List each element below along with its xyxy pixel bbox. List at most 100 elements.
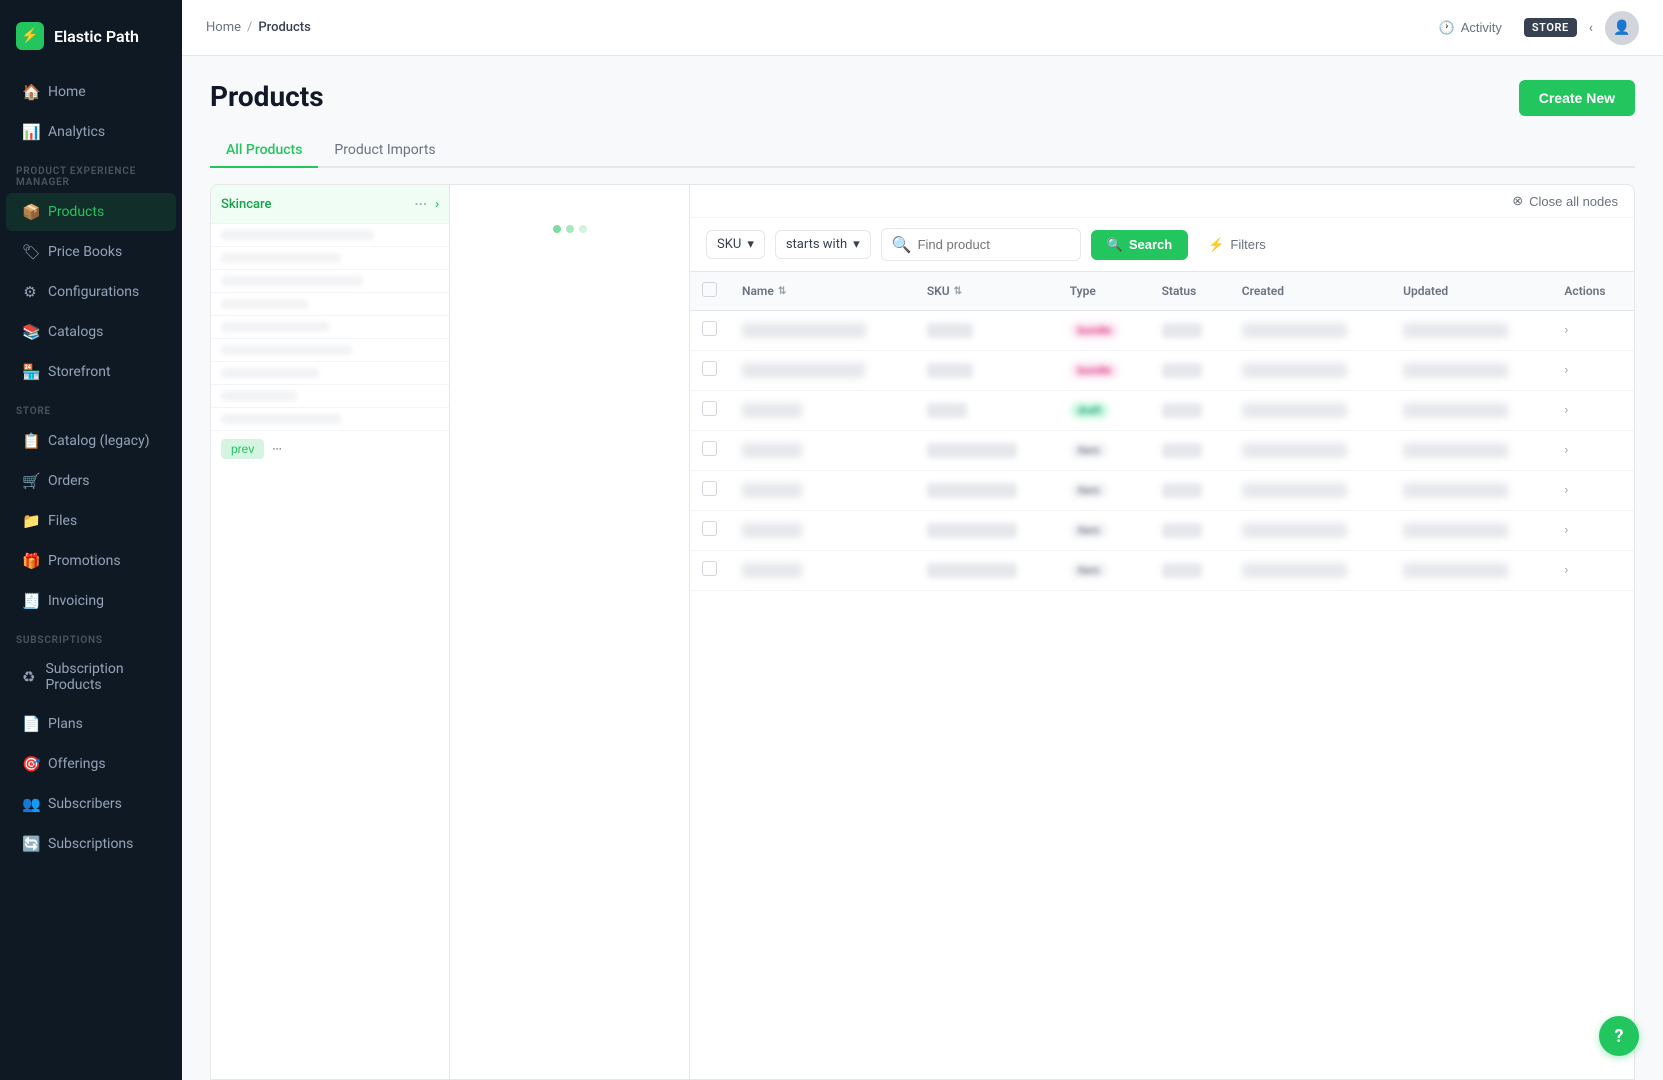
- row-actions[interactable]: ›: [1552, 431, 1634, 471]
- row-actions[interactable]: ›: [1552, 311, 1634, 351]
- sku-sort[interactable]: SKU ⇅: [927, 284, 1046, 298]
- tree-row-3[interactable]: [211, 270, 449, 293]
- help-button[interactable]: ?: [1599, 1016, 1639, 1056]
- search-button[interactable]: 🔍 Search: [1091, 230, 1189, 260]
- blurred-label: [221, 391, 297, 401]
- row-select-checkbox[interactable]: [702, 561, 717, 576]
- sidebar-item-subscription-products[interactable]: ♻ Subscription Products: [6, 651, 176, 703]
- table-row[interactable]: Product Name Ipsum SKU002 bundle live 01…: [690, 351, 1634, 391]
- row-select-checkbox[interactable]: [702, 361, 717, 376]
- sidebar-item-storefront[interactable]: 🏪 Storefront: [6, 353, 176, 391]
- row-action-icon[interactable]: ›: [1564, 323, 1568, 338]
- sidebar-item-offerings[interactable]: 🎯 Offerings: [6, 745, 176, 783]
- activity-button[interactable]: 🕐 Activity: [1429, 14, 1512, 42]
- tree-row-4[interactable]: [211, 293, 449, 316]
- sidebar-item-catalogs[interactable]: 📚 Catalogs: [6, 313, 176, 351]
- create-new-button[interactable]: Create New: [1519, 80, 1635, 116]
- blurred-label: [221, 276, 363, 286]
- row-actions[interactable]: ›: [1552, 511, 1634, 551]
- sidebar-nav-analytics[interactable]: 📊 Analytics: [6, 113, 176, 151]
- row-status: live: [1150, 511, 1230, 551]
- tree-row-6[interactable]: [211, 339, 449, 362]
- col-name[interactable]: Name ⇅: [730, 272, 915, 311]
- sku-sort-icon: ⇅: [954, 286, 962, 297]
- logo-area[interactable]: ⚡ Elastic Path: [0, 0, 182, 72]
- row-action-icon[interactable]: ›: [1564, 563, 1568, 578]
- tree-expand-icon[interactable]: ›: [435, 197, 439, 212]
- row-actions[interactable]: ›: [1552, 351, 1634, 391]
- sidebar-item-promotions[interactable]: 🎁 Promotions: [6, 542, 176, 580]
- row-select-checkbox[interactable]: [702, 521, 717, 536]
- files-icon: 📁: [22, 512, 38, 530]
- row-checkbox[interactable]: [690, 511, 730, 551]
- row-checkbox[interactable]: [690, 311, 730, 351]
- row-select-checkbox[interactable]: [702, 401, 717, 416]
- tree-page-number: ···: [272, 442, 281, 456]
- tree-panel: Skincare ··· ›: [210, 184, 450, 1080]
- row-actions[interactable]: ›: [1552, 391, 1634, 431]
- row-checkbox[interactable]: [690, 471, 730, 511]
- sidebar-item-configurations[interactable]: ⚙ Configurations: [6, 273, 176, 311]
- table-row[interactable]: Item4 SKU000000003 item live 01/01/2023 …: [690, 511, 1634, 551]
- sidebar-item-invoicing[interactable]: 🧾 Invoicing: [6, 582, 176, 620]
- sidebar-item-plans[interactable]: 📄 Plans: [6, 705, 176, 743]
- row-action-icon[interactable]: ›: [1564, 443, 1568, 458]
- select-all-checkbox[interactable]: [702, 282, 717, 297]
- filters-button[interactable]: ⚡ Filters: [1198, 231, 1276, 259]
- sidebar-nav-home[interactable]: 🏠 Home: [6, 73, 176, 111]
- row-action-icon[interactable]: ›: [1564, 363, 1568, 378]
- table-row[interactable]: Item2 SKU000000001 item live 01/01/2023 …: [690, 431, 1634, 471]
- row-created: 01/01/2023 10:01: [1230, 471, 1391, 511]
- col-sku[interactable]: SKU ⇅: [915, 272, 1058, 311]
- row-checkbox[interactable]: [690, 351, 730, 391]
- sidebar-item-products[interactable]: 📦 Products: [6, 193, 176, 231]
- products-icon: 📦: [22, 203, 38, 221]
- tree-row-5[interactable]: [211, 316, 449, 339]
- tree-row-8[interactable]: [211, 385, 449, 408]
- close-all-nodes-button[interactable]: ⊗ Close all nodes: [1512, 193, 1618, 209]
- sidebar-item-price-books[interactable]: 🏷 Price Books: [6, 233, 176, 271]
- app-name: Elastic Path: [54, 27, 139, 46]
- breadcrumb-home[interactable]: Home: [206, 20, 241, 35]
- row-action-icon[interactable]: ›: [1564, 403, 1568, 418]
- sidebar-item-subscribers[interactable]: 👥 Subscribers: [6, 785, 176, 823]
- row-actions[interactable]: ›: [1552, 471, 1634, 511]
- table-row[interactable]: Item5 SKU000000004 item live 01/01/2023 …: [690, 551, 1634, 591]
- store-chevron-icon[interactable]: ‹: [1589, 20, 1593, 36]
- sku-select[interactable]: SKU ▾: [706, 230, 765, 259]
- tree-node-skincare[interactable]: Skincare ··· ›: [211, 185, 449, 224]
- tab-all-products[interactable]: All Products: [210, 134, 318, 168]
- home-icon: 🏠: [22, 83, 38, 101]
- row-checkbox[interactable]: [690, 551, 730, 591]
- sidebar-item-files[interactable]: 📁 Files: [6, 502, 176, 540]
- tree-row-9[interactable]: [211, 408, 449, 431]
- blurred-label: [221, 299, 308, 309]
- tree-prev-button[interactable]: prev: [221, 439, 264, 459]
- sidebar-item-subscriptions[interactable]: 🔄 Subscriptions: [6, 825, 176, 863]
- name-sort[interactable]: Name ⇅: [742, 284, 903, 298]
- price-books-icon: 🏷: [22, 243, 38, 261]
- row-checkbox[interactable]: [690, 431, 730, 471]
- row-checkbox[interactable]: [690, 391, 730, 431]
- table-row[interactable]: Product Name Lorem SKU001 bundle live 01…: [690, 311, 1634, 351]
- search-input[interactable]: [918, 237, 1070, 252]
- sidebar-item-orders[interactable]: 🛒 Orders: [6, 462, 176, 500]
- row-select-checkbox[interactable]: [702, 441, 717, 456]
- table-row[interactable]: Item3 SKU000000002 item live 01/01/2023 …: [690, 471, 1634, 511]
- row-select-checkbox[interactable]: [702, 481, 717, 496]
- tab-product-imports[interactable]: Product Imports: [318, 134, 451, 168]
- tree-row-1[interactable]: [211, 224, 449, 247]
- starts-with-select[interactable]: starts with ▾: [775, 230, 871, 259]
- row-select-checkbox[interactable]: [702, 321, 717, 336]
- tree-row-2[interactable]: [211, 247, 449, 270]
- row-action-icon[interactable]: ›: [1564, 523, 1568, 538]
- tree-row-7[interactable]: [211, 362, 449, 385]
- table-row[interactable]: Item SKU03 draft live 01/01/2023 10:01 0…: [690, 391, 1634, 431]
- sidebar-item-catalog-legacy[interactable]: 📋 Catalog (legacy): [6, 422, 176, 460]
- sku-chevron-icon: ▾: [747, 237, 754, 252]
- search-btn-icon: 🔍: [1107, 237, 1123, 253]
- avatar[interactable]: 👤: [1605, 11, 1639, 45]
- row-action-icon[interactable]: ›: [1564, 483, 1568, 498]
- row-actions[interactable]: ›: [1552, 551, 1634, 591]
- tree-more-button[interactable]: ···: [410, 193, 431, 215]
